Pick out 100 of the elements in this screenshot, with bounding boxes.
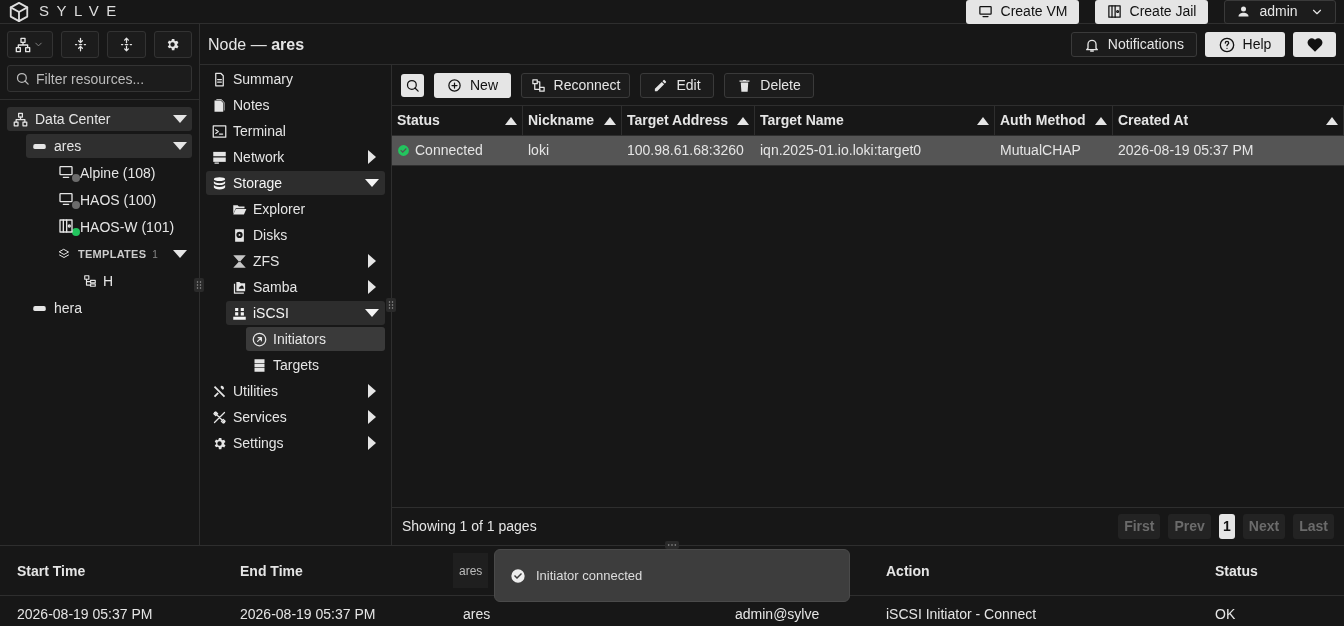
resize-handle-icon[interactable]	[194, 278, 204, 292]
nav-item[interactable]: ZFS	[226, 249, 385, 273]
resize-handle-icon[interactable]	[665, 541, 679, 549]
sort-arrow-icon[interactable]	[505, 116, 517, 125]
table-cell: OK	[1215, 606, 1236, 622]
tree-view-dropdown[interactable]	[7, 31, 53, 58]
layers-icon	[58, 248, 70, 260]
column-header[interactable]: Nickname	[523, 106, 622, 135]
tree-item-label: HAOS-W (101)	[80, 217, 175, 237]
tree-item[interactable]: HAOS-W (101)	[52, 215, 192, 239]
table-cell: admin@sylve	[735, 606, 820, 622]
nav-item[interactable]: iSCSI	[226, 301, 385, 325]
search-icon	[405, 77, 420, 93]
table-row[interactable]: Connected loki 100.98.61.68:3260 iqn.2025-01.io.loki:target0 MutualCHAP 2026-08-19 05:37 PM	[392, 136, 1344, 166]
trash-icon	[737, 77, 753, 93]
column-header[interactable]: Target Address	[622, 106, 755, 135]
user-menu-button[interactable]: admin	[1224, 0, 1336, 24]
nav-item[interactable]: Services	[206, 405, 385, 429]
help-button[interactable]: Help	[1205, 32, 1285, 57]
column-header[interactable]: Auth Method	[995, 106, 1113, 135]
brand-name: SYLVE	[39, 1, 124, 22]
logo-icon	[8, 0, 30, 23]
table-cell: 2026-08-19 05:37 PM	[17, 606, 153, 622]
monitor-icon	[977, 4, 993, 19]
sort-arrow-icon[interactable]	[1326, 116, 1338, 125]
tools-icon	[212, 383, 227, 399]
nav-label: Summary	[233, 69, 293, 89]
column-header[interactable]: ares	[453, 553, 489, 588]
notifications-button[interactable]: Notifications	[1071, 32, 1197, 57]
nav-item[interactable]: Explorer	[226, 197, 385, 221]
nav-item[interactable]: Samba	[226, 275, 385, 299]
nav-item[interactable]: Notes	[206, 93, 385, 117]
tree-item-label: HAOS (100)	[80, 190, 157, 210]
terminal-icon	[212, 123, 227, 139]
nav-label: Targets	[273, 355, 319, 375]
nav-item[interactable]: Initiators	[246, 327, 385, 351]
search-button[interactable]	[401, 73, 424, 97]
tree-item-label: TEMPLATES	[78, 246, 147, 262]
table-cell: ares	[463, 606, 491, 622]
network-icon	[212, 149, 227, 165]
nav-item[interactable]: Storage	[206, 171, 385, 195]
tree-item[interactable]: Data Center	[7, 107, 192, 131]
table-cell-text: 100.98.61.68:3260	[627, 141, 744, 160]
page-button[interactable]: 1	[1218, 514, 1235, 539]
nav-label: Terminal	[233, 121, 286, 141]
nav-item[interactable]: Settings	[206, 431, 385, 455]
tree-item[interactable]: Alpine (108)	[52, 161, 192, 185]
search-field[interactable]: Filter resources...	[7, 65, 192, 92]
tree-item[interactable]: TEMPLATES 1	[52, 242, 192, 266]
pencil-icon	[653, 77, 669, 93]
tree-item-label: hera	[54, 298, 83, 318]
nav-item[interactable]: Network	[206, 145, 385, 169]
nav-label: Settings	[233, 433, 284, 453]
initiator-icon	[252, 331, 267, 347]
toolbar-button[interactable]: Edit	[640, 72, 714, 98]
nav-item[interactable]: Terminal	[206, 119, 385, 143]
toolbar-button[interactable]: Delete	[724, 72, 814, 98]
header-button[interactable]: Create Jail	[1095, 0, 1208, 24]
tree-item-label: ares	[54, 136, 82, 156]
jail-icon	[1106, 4, 1122, 19]
expand-icon	[72, 37, 88, 52]
header-button[interactable]: Create VM	[966, 0, 1079, 24]
tree-item[interactable]: HAOS (100)	[52, 188, 192, 212]
nav-label: Disks	[253, 225, 288, 245]
settings-button[interactable]	[153, 31, 192, 58]
nav-item[interactable]: Summary	[206, 67, 385, 91]
toolbar-button[interactable]: Reconnect	[521, 72, 630, 98]
template-icon	[83, 274, 97, 288]
nav-item[interactable]: Utilities	[206, 379, 385, 403]
help-icon	[1218, 36, 1235, 53]
column-header[interactable]: End Time	[240, 562, 303, 579]
connection-icon	[530, 77, 546, 93]
column-header[interactable]: Target Name	[755, 106, 995, 135]
tree-item-label: Alpine (108)	[80, 163, 156, 183]
nav-label: ZFS	[253, 251, 280, 271]
column-header[interactable]: Action	[886, 562, 930, 579]
toolbar-button[interactable]: New	[434, 72, 511, 98]
sort-arrow-icon[interactable]	[737, 116, 749, 125]
nav-item[interactable]: Targets	[246, 353, 385, 377]
sort-arrow-icon[interactable]	[977, 116, 989, 125]
database-icon	[212, 175, 227, 191]
nav-label: Services	[233, 407, 287, 427]
table-cell-text: loki	[528, 141, 549, 160]
column-header[interactable]: Status	[392, 106, 523, 135]
column-header[interactable]: Status	[1215, 562, 1258, 579]
column-header[interactable]: Created At	[1113, 106, 1344, 135]
table-cell-text: 2026-08-19 05:37 PM	[1118, 141, 1254, 160]
resize-handle-icon[interactable]	[386, 298, 396, 312]
sort-arrow-icon[interactable]	[1095, 116, 1107, 125]
expand-all-button[interactable]	[61, 31, 100, 58]
tree-item[interactable]: H	[71, 269, 192, 293]
table-cell-text: MutualCHAP	[1000, 141, 1081, 160]
sort-arrow-icon[interactable]	[604, 116, 616, 125]
nav-item[interactable]: Disks	[226, 223, 385, 247]
tree-item[interactable]: hera	[26, 296, 192, 320]
tree-item[interactable]: ares	[26, 134, 192, 158]
collapse-all-button[interactable]	[107, 31, 146, 58]
column-header[interactable]: Start Time	[17, 562, 86, 579]
page-title: Node — ares	[208, 34, 305, 55]
donate-button[interactable]	[1293, 32, 1336, 57]
